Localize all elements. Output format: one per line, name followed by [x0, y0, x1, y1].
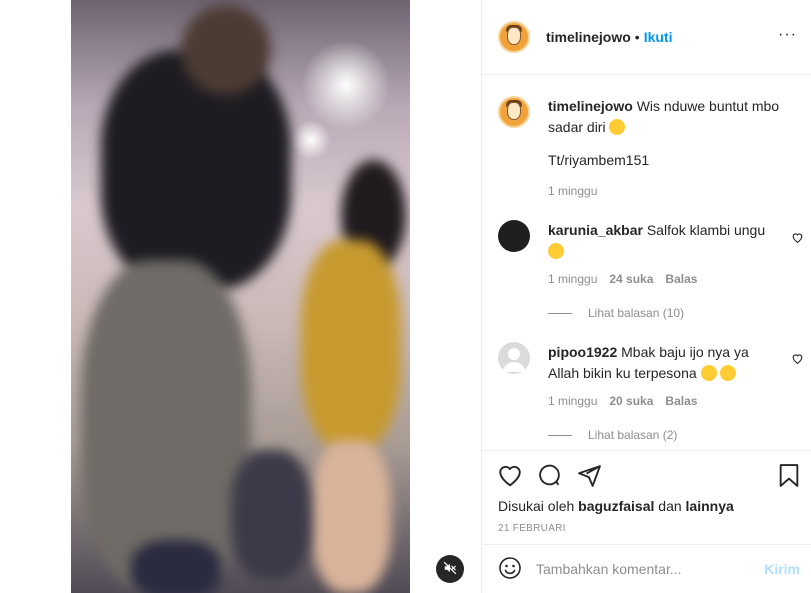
comment-time[interactable]: 1 minggu	[548, 272, 597, 286]
caption-meta: 1 minggu	[548, 184, 597, 198]
post-date[interactable]: 21 FEBRUARI	[498, 523, 566, 534]
rofl-emoji-icon	[609, 119, 626, 135]
reply-button[interactable]: Balas	[665, 394, 697, 408]
comment-time[interactable]: 1 minggu	[548, 394, 597, 408]
comment-text: Salfok klambi ungu	[646, 222, 766, 238]
liked-by-others[interactable]: lainnya	[686, 498, 734, 514]
commenter-avatar[interactable]	[498, 220, 530, 252]
reply-button[interactable]: Balas	[665, 272, 697, 286]
caption-username[interactable]: timelinejowo	[548, 98, 633, 114]
post-video[interactable]	[71, 0, 410, 593]
caption-credit: Tt/riyambem151	[548, 152, 650, 168]
liked-by-conj: dan	[658, 498, 682, 514]
post-header: timelinejowo • Ikuti ···	[482, 0, 811, 75]
add-comment-bar: Kirim	[482, 544, 811, 593]
comments-list[interactable]: timelinejowo Wis nduwe buntut mbo sadar …	[482, 76, 811, 450]
media-area	[0, 0, 481, 593]
share-icon[interactable]	[577, 463, 602, 491]
view-replies-label: Lihat balasan (2)	[588, 428, 678, 442]
comment-like-icon[interactable]	[791, 231, 804, 247]
comment-input[interactable]	[536, 561, 765, 577]
view-replies-button[interactable]: Lihat balasan (10)	[548, 306, 684, 320]
comment-item: pipoo1922 Mbak baju ijo nya ya Allah bik…	[498, 342, 796, 384]
liked-by-user[interactable]: baguzfaisal	[578, 498, 654, 514]
follow-button[interactable]: Ikuti	[644, 29, 673, 45]
divider-line	[548, 434, 572, 436]
comment-item: karunia_akbar Salfok klambi ungu	[498, 220, 796, 262]
comment-likes[interactable]: 24 suka	[609, 272, 653, 286]
mute-icon	[443, 561, 457, 578]
laughing-emoji-icon	[548, 243, 564, 259]
comment-username[interactable]: pipoo1922	[548, 344, 617, 360]
post-comment-button[interactable]: Kirim	[764, 561, 800, 577]
bookmark-icon[interactable]	[778, 463, 800, 491]
more-icon[interactable]: ···	[778, 27, 797, 43]
comment-icon[interactable]	[537, 463, 562, 491]
liked-by-prefix: Disukai oleh	[498, 498, 575, 514]
comment-username[interactable]: karunia_akbar	[548, 222, 643, 238]
comment-meta: 1 minggu 20 suka Balas	[548, 394, 697, 408]
action-bar: Disukai oleh baguzfaisal dan lainnya 21 …	[482, 450, 811, 544]
commenter-avatar[interactable]	[498, 342, 530, 374]
separator-dot: •	[634, 29, 640, 45]
post-panel: timelinejowo • Ikuti ··· timelinejowo Wi…	[481, 0, 811, 593]
mute-button[interactable]	[436, 555, 464, 583]
laughing-emoji-icon	[720, 365, 737, 381]
caption-time[interactable]: 1 minggu	[548, 184, 597, 198]
author-avatar[interactable]	[498, 21, 530, 53]
comment-like-icon[interactable]	[791, 352, 804, 368]
heart-icon[interactable]	[497, 463, 523, 490]
author-username[interactable]: timelinejowo	[546, 29, 631, 45]
caption: timelinejowo Wis nduwe buntut mbo sadar …	[498, 96, 796, 171]
comment-meta: 1 minggu 24 suka Balas	[548, 272, 697, 286]
caption-avatar[interactable]	[498, 96, 530, 128]
relieved-emoji-icon	[700, 365, 717, 381]
emoji-icon[interactable]	[498, 556, 522, 583]
view-replies-label: Lihat balasan (10)	[588, 306, 685, 320]
divider-line	[548, 312, 572, 314]
comment-likes[interactable]: 20 suka	[609, 394, 653, 408]
liked-by: Disukai oleh baguzfaisal dan lainnya	[498, 498, 734, 514]
view-replies-button[interactable]: Lihat balasan (2)	[548, 428, 677, 442]
